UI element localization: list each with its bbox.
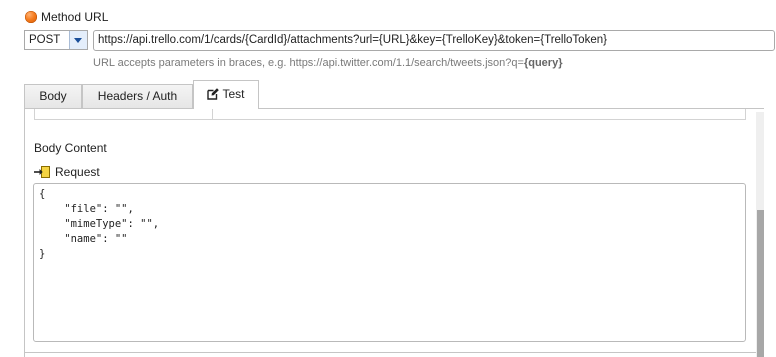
url-hint: URL accepts parameters in braces, e.g. h… <box>93 57 562 69</box>
method-dropdown-button[interactable] <box>69 31 87 49</box>
url-hint-text: URL accepts parameters in braces, e.g. h… <box>93 57 524 69</box>
url-input-value: https://api.trello.com/1/cards/{CardId}/… <box>98 34 607 46</box>
request-body-editor[interactable]: { "file": "", "mimeType": "", "name": ""… <box>33 183 746 342</box>
tab-body[interactable]: Body <box>24 84 82 108</box>
panel-bottom-divider <box>24 352 756 353</box>
arrow-into-box-icon <box>34 166 50 178</box>
panel-border <box>24 108 25 357</box>
url-input[interactable]: https://api.trello.com/1/cards/{CardId}/… <box>93 30 775 51</box>
tab-headers-auth-label: Headers / Auth <box>97 89 178 103</box>
scrollbar-thumb[interactable] <box>757 210 764 357</box>
code-line: { <box>39 188 46 200</box>
tab-headers-auth[interactable]: Headers / Auth <box>82 84 193 108</box>
edit-icon <box>207 88 220 100</box>
tab-test-label: Test <box>222 87 245 101</box>
method-select[interactable]: POST <box>24 30 88 50</box>
body-content-label: Body Content <box>34 141 107 155</box>
collapsed-table-divider <box>212 109 213 120</box>
collapsed-table-row <box>34 109 746 120</box>
request-label: Request <box>55 165 100 179</box>
tab-test[interactable]: Test <box>193 80 259 109</box>
chevron-down-icon <box>74 38 82 43</box>
tab-body-label: Body <box>39 89 67 103</box>
code-line: "mimeType": "", <box>39 218 160 230</box>
url-hint-param: {query} <box>523 57 563 69</box>
status-dot-icon <box>25 11 37 23</box>
code-line: } <box>39 248 46 260</box>
code-line: "name": "" <box>39 233 128 245</box>
code-line: "file": "", <box>39 203 134 215</box>
method-url-heading: Method URL <box>41 10 109 24</box>
method-select-value: POST <box>29 34 61 46</box>
